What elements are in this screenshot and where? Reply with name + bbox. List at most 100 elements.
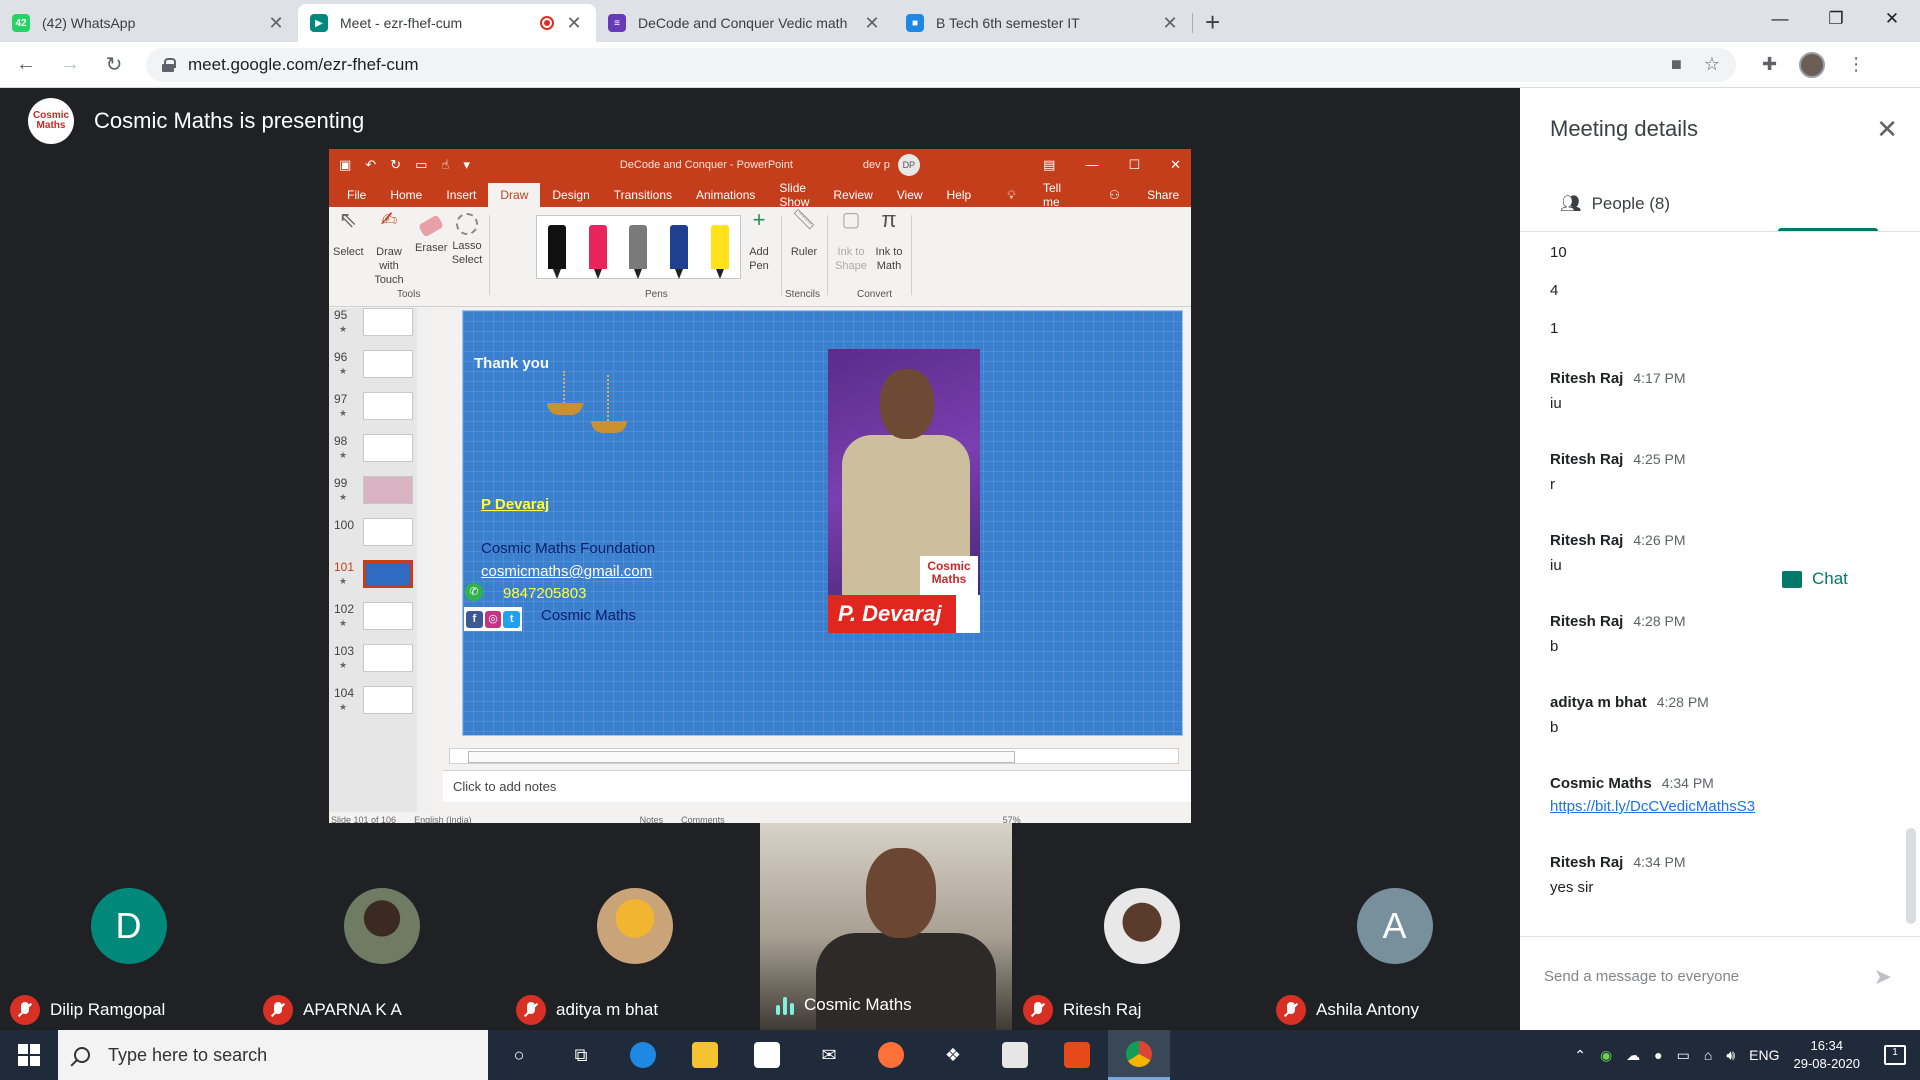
taskbar-search[interactable]: Type here to search [58,1030,488,1080]
menu-file[interactable]: File [335,183,378,207]
thumbnail-row[interactable]: 97 ★ [329,392,417,432]
menu-transitions[interactable]: Transitions [602,183,684,207]
message-link[interactable]: https://bit.ly/DcCVedicMathsS3 [1550,798,1890,834]
task-view-icon[interactable]: ⧉ [550,1030,612,1080]
menu-share[interactable]: ⚇ Share [1085,183,1191,207]
ink-to-math-button[interactable]: π Ink to Math [871,209,907,273]
ruler-button[interactable]: 📏︎ Ruler [787,210,821,259]
thumbnail-row[interactable]: 99 ★ [329,476,417,516]
participant-tile[interactable]: APARNA K A [253,823,505,1030]
menu-slide-show[interactable]: Slide Show [767,181,821,209]
onedrive-icon[interactable]: ☁ [1626,1047,1640,1064]
thumbnail-row-current[interactable]: 101 ★ [329,560,417,600]
close-window-icon[interactable]: ✕ [1864,0,1920,38]
menu-view[interactable]: View [885,183,935,207]
microphone-icon[interactable]: ● [1654,1047,1662,1063]
thumbnail-row[interactable]: 103 ★ [329,644,417,684]
gray-pen-icon[interactable] [629,225,648,279]
add-pen-button[interactable]: + Add Pen [741,209,777,273]
store-icon[interactable] [736,1030,798,1080]
mail-icon[interactable]: ✉ [798,1030,860,1080]
current-slide[interactable]: Thank you P Devaraj Cosmic Maths Foundat… [462,310,1183,736]
blue-pen-icon[interactable] [670,225,689,279]
menu-insert[interactable]: Insert [434,183,488,207]
tab-classroom[interactable]: ■ B Tech 6th semester IT ✕ [894,4,1192,42]
close-tab-icon[interactable]: ✕ [862,13,882,34]
pink-pen-icon[interactable] [588,225,607,279]
thumbnail-row[interactable]: 102 ★ [329,602,417,642]
ppt-user[interactable]: dev p DP [863,154,920,176]
menu-animations[interactable]: Animations [684,183,767,207]
notifications-icon[interactable]: 1 [1884,1045,1906,1065]
chat-scrollbar[interactable] [1906,828,1916,924]
thumbnail-scrollbar[interactable] [417,308,433,812]
slide-horizontal-scrollbar[interactable] [449,748,1179,764]
status-zoom[interactable]: 57% [1003,815,1021,823]
close-tab-icon[interactable]: ✕ [1160,13,1180,34]
redo-icon[interactable]: ↻ [390,157,401,173]
undo-icon[interactable]: ↶ [365,157,376,173]
status-notes[interactable]: Notes [640,815,664,823]
select-tool-button[interactable]: ⇖ Select [333,209,364,259]
cortana-icon[interactable]: ○ [488,1030,550,1080]
dropbox-icon[interactable]: ❖ [922,1030,984,1080]
participant-tile[interactable]: D Dilip Ramgopal [0,823,252,1030]
thumbnail-row[interactable]: 96 ★ [329,350,417,390]
menu-icon[interactable]: ⋮ [1847,54,1865,75]
ppt-minimize-icon[interactable]: — [1085,157,1098,173]
restore-icon[interactable]: ❐ [1808,0,1864,38]
participant-tile[interactable]: Ritesh Raj [1013,823,1265,1030]
firefox-icon[interactable] [860,1030,922,1080]
status-comments[interactable]: Comments [681,815,725,823]
chat-message-input[interactable]: Send a message to everyone [1544,968,1739,985]
menu-design[interactable]: Design [540,183,601,207]
url-field[interactable]: meet.google.com/ezr-fhef-cum ■ ☆ [146,47,1736,82]
ppt-maximize-icon[interactable]: ☐ [1128,157,1140,173]
tab-whatsapp[interactable]: 42 (42) WhatsApp ✕ [0,4,298,42]
battery-icon[interactable]: ▭ [1677,1047,1690,1064]
black-pen-icon[interactable] [548,225,567,279]
thumbnail-row[interactable]: 98 ★ [329,434,417,474]
send-icon[interactable]: ➤ [1874,964,1892,990]
file-explorer-icon[interactable] [674,1030,736,1080]
sync-icon[interactable]: ◉ [1600,1047,1612,1064]
close-panel-icon[interactable]: ✕ [1876,114,1898,145]
tab-meet[interactable]: ▶ Meet - ezr-fhef-cum ✕ [298,4,596,42]
forward-icon[interactable]: → [52,53,88,76]
camera-icon[interactable]: ■ [1671,54,1682,75]
draw-with-touch-button[interactable]: ✍ Draw with Touch [365,210,413,287]
close-tab-icon[interactable]: ✕ [266,13,286,34]
tab-forms[interactable]: ≡ DeCode and Conquer Vedic math ✕ [596,4,894,42]
tab-people[interactable]: 👥︎ People (8) [1560,184,1670,224]
eraser-button[interactable]: Eraser [415,213,447,255]
menu-tell-me[interactable]: 💡︎ Tell me [983,181,1085,209]
show-hidden-icons-icon[interactable]: ⌃ [1574,1047,1586,1064]
profile-avatar[interactable] [1799,51,1826,78]
thumbnail-row[interactable]: 104 ★ [329,686,417,726]
yellow-highlighter-icon[interactable] [710,225,729,279]
clock[interactable]: 16:34 29-08-2020 [1794,1037,1861,1073]
menu-help[interactable]: Help [935,183,984,207]
thumbnail-row[interactable]: 100 [329,518,417,558]
extensions-icon[interactable]: ✚ [1762,54,1777,75]
ink-to-shape-button[interactable]: ▢ Ink to Shape [833,210,869,273]
start-button[interactable] [0,1030,58,1080]
touch-mode-icon[interactable]: ☝ [441,157,449,173]
customize-qat-icon[interactable]: ▾ [463,157,470,173]
thumbnail-row[interactable]: 95 ★ [329,308,417,348]
back-icon[interactable]: ← [8,53,44,76]
participant-tile[interactable]: A Ashila Antony [1266,823,1518,1030]
menu-draw[interactable]: Draw [488,183,541,207]
network-icon[interactable]: ⌂ [1704,1047,1712,1063]
office-icon[interactable] [1046,1030,1108,1080]
language-indicator[interactable]: ENG [1749,1047,1779,1063]
amazon-icon[interactable] [984,1030,1046,1080]
menu-home[interactable]: Home [378,183,434,207]
volume-icon[interactable]: 🔊︎ [1726,1047,1735,1064]
bookmark-star-icon[interactable]: ☆ [1704,54,1720,75]
menu-review[interactable]: Review [821,183,884,207]
ribbon-display-icon[interactable]: ▤ [1043,157,1055,173]
participant-tile[interactable]: aditya m bhat [506,823,758,1030]
reload-icon[interactable]: ↻ [96,52,132,77]
edge-icon[interactable] [612,1030,674,1080]
